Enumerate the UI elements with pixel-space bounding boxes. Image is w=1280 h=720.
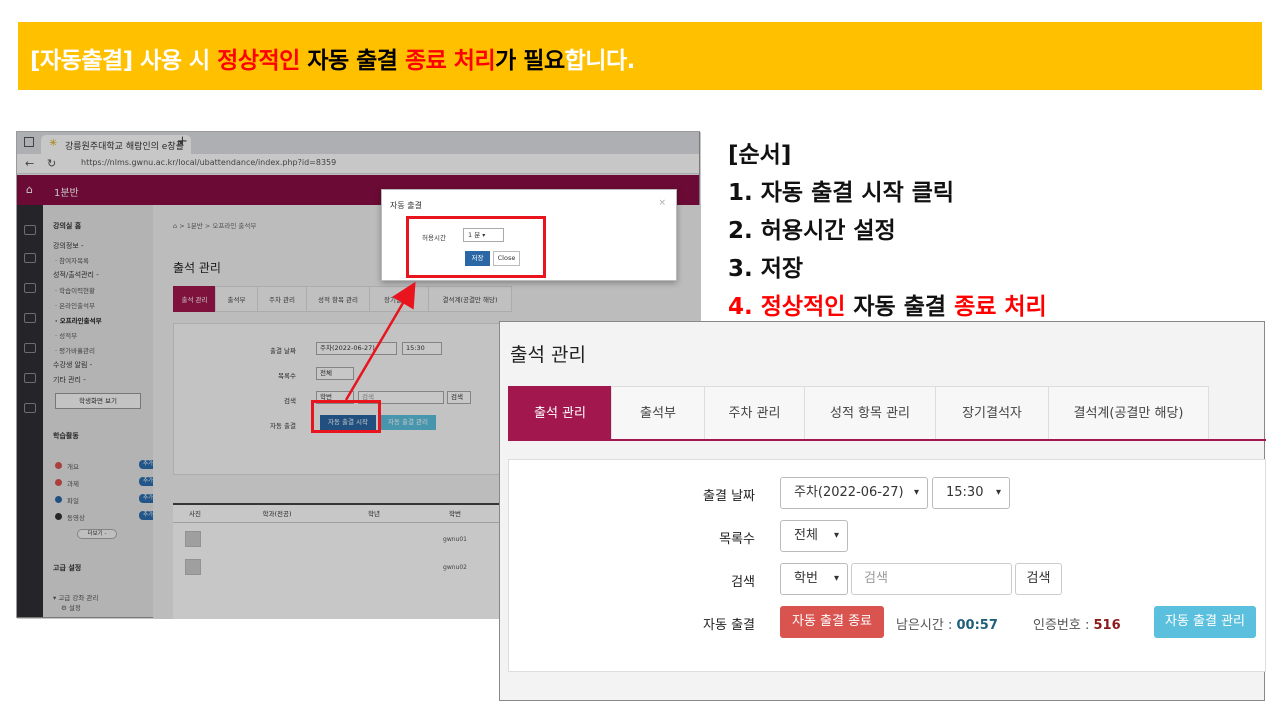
tab-underline xyxy=(508,439,1266,441)
steps-heading: [순서] xyxy=(728,142,792,168)
search-label: 검색 xyxy=(731,575,755,590)
highlight-modal-box xyxy=(406,216,546,278)
tab-grade-items[interactable]: 성적 항목 관리 xyxy=(804,386,936,440)
auth-code: 인증번호 : 516 xyxy=(1033,618,1121,633)
attendance-form: 출결 날짜 주차(2022-06-27) ▾ 15:30 ▾ 목록수 전체 ▾ 검색 … xyxy=(508,459,1266,672)
auto-attendance-label: 자동 출결 xyxy=(703,618,755,633)
tab-register[interactable]: 출석부 xyxy=(611,386,705,440)
tab-list: 출석 관리 출석부 주차 관리 성적 항목 관리 장기결석자 결석계(공결만 해… xyxy=(508,386,1209,440)
list-count-select[interactable]: 전체 ▾ xyxy=(780,520,848,552)
tab-weeks[interactable]: 주차 관리 xyxy=(704,386,805,440)
tab-absence-reports[interactable]: 결석계(공결만 해당) xyxy=(1048,386,1209,440)
step-1: 1. 자동 출결 시작 클릭 xyxy=(728,180,955,206)
search-field-select[interactable]: 학번 ▾ xyxy=(780,563,848,595)
week-select[interactable]: 주차(2022-06-27) ▾ xyxy=(780,477,928,509)
banner-text: [자동출결] 사용 시 정상적인 자동 출결 종료 처리가 필요합니다. xyxy=(30,48,635,74)
highlight-start-box xyxy=(311,400,381,433)
tab-attendance[interactable]: 출석 관리 xyxy=(508,386,612,440)
title-banner: [자동출결] 사용 시 정상적인 자동 출결 종료 처리가 필요합니다. xyxy=(18,22,1262,90)
chevron-down-icon: ▾ xyxy=(833,573,839,584)
step-2: 2. 허용시간 설정 xyxy=(728,218,896,244)
remaining-time: 남은시간 : 00:57 xyxy=(896,618,998,633)
modal-title: 자동 출결 xyxy=(390,201,422,210)
time-select[interactable]: 15:30 ▾ xyxy=(932,477,1010,509)
chevron-down-icon: ▾ xyxy=(833,530,839,541)
search-button[interactable]: 검색 xyxy=(1015,563,1062,595)
close-icon[interactable]: × xyxy=(658,198,666,208)
chevron-down-icon: ▾ xyxy=(995,487,1001,498)
auto-attendance-manage-button[interactable]: 자동 출결 관리 xyxy=(1154,606,1256,638)
zoomed-attendance-panel: 출석 관리 출석 관리 출석부 주차 관리 성적 항목 관리 장기결석자 결석계… xyxy=(499,321,1266,701)
step-3: 3. 저장 xyxy=(728,256,804,282)
search-input[interactable]: 검색 xyxy=(851,563,1012,595)
page-title: 출석 관리 xyxy=(510,344,586,366)
date-label: 출결 날짜 xyxy=(703,489,755,504)
list-count-label: 목록수 xyxy=(719,532,755,547)
auto-attendance-stop-button[interactable]: 자동 출결 종료 xyxy=(780,606,884,638)
chevron-down-icon: ▾ xyxy=(913,487,919,498)
tab-absentees[interactable]: 장기결석자 xyxy=(935,386,1049,440)
steps-list: [순서] 1. 자동 출결 시작 클릭 2. 허용시간 설정 3. 저장 4. … xyxy=(728,136,1047,326)
